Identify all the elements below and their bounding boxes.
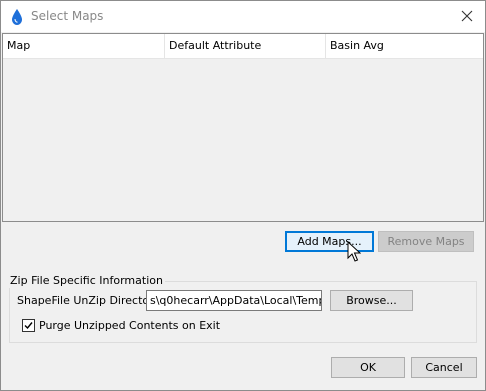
select-maps-dialog: Select Maps Map Default Attribute Basin … bbox=[0, 0, 486, 391]
unzip-directory-input[interactable]: s\q0hecarr\AppData\Local\Temp\1 bbox=[146, 290, 322, 311]
purge-checkbox[interactable] bbox=[22, 319, 35, 332]
close-icon bbox=[461, 10, 473, 22]
close-button[interactable] bbox=[455, 5, 479, 27]
zip-file-group-title: Zip File Specific Information bbox=[8, 274, 165, 288]
mouse-pointer-icon bbox=[347, 241, 361, 262]
title-bar: Select Maps bbox=[1, 1, 485, 32]
purge-label[interactable]: Purge Unzipped Contents on Exit bbox=[39, 319, 220, 333]
water-drop-icon bbox=[12, 9, 22, 25]
browse-button[interactable]: Browse... bbox=[330, 290, 413, 311]
column-header-basin-avg[interactable]: Basin Avg bbox=[325, 34, 483, 58]
column-header-map[interactable]: Map bbox=[3, 34, 164, 58]
remove-maps-button[interactable]: Remove Maps bbox=[378, 231, 474, 252]
checkmark-icon bbox=[24, 322, 33, 330]
maps-table[interactable]: Map Default Attribute Basin Avg bbox=[2, 33, 484, 222]
unzip-directory-label: ShapeFile UnZip Directory: bbox=[17, 294, 164, 307]
column-header-default-attribute[interactable]: Default Attribute bbox=[164, 34, 325, 58]
window-title: Select Maps bbox=[31, 9, 104, 23]
maps-table-header: Map Default Attribute Basin Avg bbox=[3, 34, 483, 59]
ok-button[interactable]: OK bbox=[331, 357, 405, 378]
cancel-button[interactable]: Cancel bbox=[411, 357, 477, 378]
